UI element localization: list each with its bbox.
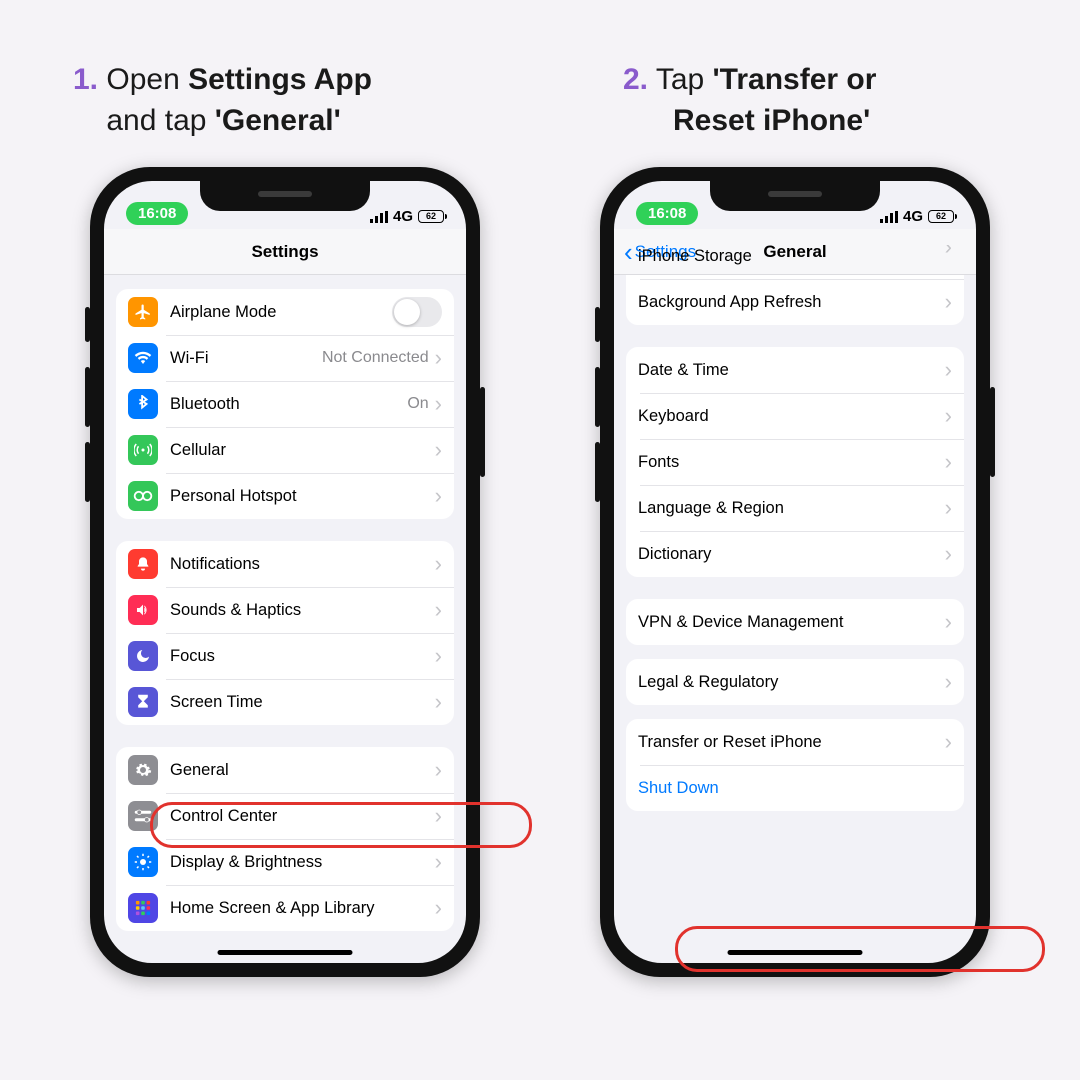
step-1: 1. Open Settings App and tap 'General' 1…	[65, 60, 505, 977]
navigation-bar: Settings	[104, 229, 466, 275]
hourglass-icon	[128, 687, 158, 717]
hotspot-icon	[128, 481, 158, 511]
row-hotspot[interactable]: Personal Hotspot ›	[116, 473, 454, 519]
row-legal[interactable]: Legal & Regulatory ›	[626, 659, 964, 705]
status-time: 16:08	[126, 202, 188, 225]
status-time: 16:08	[636, 202, 698, 225]
row-fonts[interactable]: Fonts ›	[626, 439, 964, 485]
speaker-icon	[128, 595, 158, 625]
bell-icon	[128, 549, 158, 579]
grid-icon	[128, 893, 158, 923]
row-home-screen[interactable]: Home Screen & App Library ›	[116, 885, 454, 931]
wifi-value: Not Connected	[322, 349, 429, 367]
row-airplane-mode[interactable]: Airplane Mode	[116, 289, 454, 335]
signal-icon	[370, 211, 388, 223]
home-indicator	[218, 950, 353, 955]
network-label: 4G	[903, 208, 923, 225]
step-2-caption: 2. Tap 'Transfer or Reset iPhone'	[575, 60, 1015, 141]
bluetooth-icon	[128, 389, 158, 419]
row-focus[interactable]: Focus ›	[116, 633, 454, 679]
airplane-toggle[interactable]	[392, 297, 442, 327]
phone-mockup-1: 16:08 4G 62 Settings Airplane Mode Wi-Fi…	[90, 167, 480, 977]
row-transfer-reset[interactable]: Transfer or Reset iPhone ›	[626, 719, 964, 765]
row-keyboard[interactable]: Keyboard ›	[626, 393, 964, 439]
phone-mockup-2: 16:08 4G 62 ‹Settings General iPhone Sto…	[600, 167, 990, 977]
row-sounds[interactable]: Sounds & Haptics ›	[116, 587, 454, 633]
row-shut-down[interactable]: Shut Down	[626, 765, 964, 811]
row-iphone-storage[interactable]: iPhone Storage ›	[626, 245, 964, 279]
row-control-center[interactable]: Control Center ›	[116, 793, 454, 839]
row-language[interactable]: Language & Region ›	[626, 485, 964, 531]
sun-icon	[128, 847, 158, 877]
notch	[200, 181, 370, 211]
row-dictionary[interactable]: Dictionary ›	[626, 531, 964, 577]
row-vpn[interactable]: VPN & Device Management ›	[626, 599, 964, 645]
step-1-caption: 1. Open Settings App and tap 'General'	[65, 60, 505, 141]
battery-icon: 62	[928, 210, 954, 223]
row-general[interactable]: General ›	[116, 747, 454, 793]
moon-icon	[128, 641, 158, 671]
row-bg-refresh[interactable]: Background App Refresh ›	[626, 279, 964, 325]
sliders-icon	[128, 801, 158, 831]
notch	[710, 181, 880, 211]
page-title: Settings	[251, 242, 318, 262]
airplane-icon	[128, 297, 158, 327]
network-label: 4G	[393, 208, 413, 225]
signal-icon	[880, 211, 898, 223]
row-cellular[interactable]: Cellular ›	[116, 427, 454, 473]
step-2: 2. Tap 'Transfer or Reset iPhone' 16:08 …	[575, 60, 1015, 977]
gear-icon	[128, 755, 158, 785]
cellular-icon	[128, 435, 158, 465]
row-screentime[interactable]: Screen Time ›	[116, 679, 454, 725]
wifi-icon	[128, 343, 158, 373]
row-notifications[interactable]: Notifications ›	[116, 541, 454, 587]
home-indicator	[728, 950, 863, 955]
bluetooth-value: On	[407, 395, 428, 413]
battery-icon: 62	[418, 210, 444, 223]
row-date-time[interactable]: Date & Time ›	[626, 347, 964, 393]
row-wifi[interactable]: Wi-Fi Not Connected ›	[116, 335, 454, 381]
row-display[interactable]: Display & Brightness ›	[116, 839, 454, 885]
row-bluetooth[interactable]: Bluetooth On ›	[116, 381, 454, 427]
